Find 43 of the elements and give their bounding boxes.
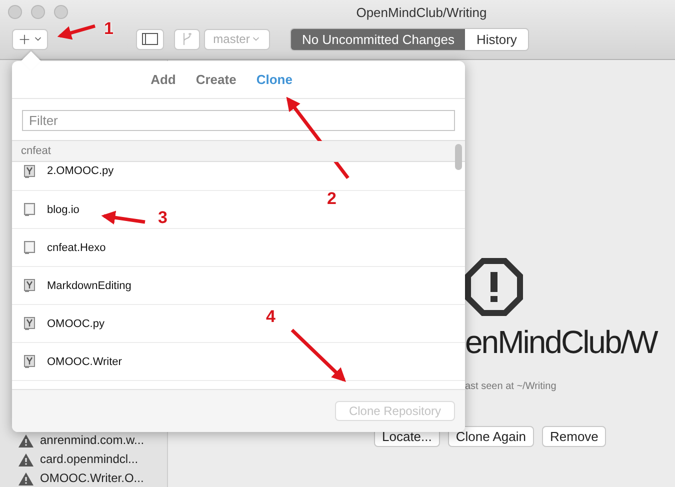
annotation-number: 4 — [266, 308, 276, 325]
repository-title: enMindClub/W — [465, 324, 657, 361]
minimize-button[interactable] — [31, 5, 45, 19]
warning-icon — [18, 452, 34, 466]
marked-book-icon — [24, 317, 35, 330]
repository-item[interactable]: OMOOC.Writer.O... — [40, 471, 144, 486]
marked-book-icon — [24, 165, 35, 178]
scrollbar-thumb[interactable] — [455, 144, 462, 170]
repository-row[interactable]: MarkdownEditing — [12, 267, 465, 305]
repository-item[interactable]: anrenmind.com.w... — [40, 433, 144, 448]
annotation-number: 1 — [104, 20, 114, 37]
annotation-arrow — [101, 210, 146, 225]
location-text: ast seen at ~/Writing — [465, 381, 556, 392]
book-icon — [24, 241, 35, 254]
sidebar-toggle-button[interactable] — [136, 28, 164, 50]
branch-icon — [181, 32, 193, 46]
add-menu-button[interactable] — [12, 28, 48, 50]
action-button[interactable]: Clone Again — [448, 426, 534, 447]
book-icon — [24, 203, 35, 216]
window-title: OpenMindClub/Writing — [355, 4, 488, 20]
branch-button[interactable] — [174, 28, 200, 50]
marked-book-icon — [24, 355, 35, 368]
warning-icon — [465, 258, 523, 316]
action-button[interactable]: Remove — [542, 426, 606, 447]
warning-icon — [18, 434, 34, 448]
repository-row[interactable]: cnfeat.Hexo — [12, 229, 465, 267]
filter-field[interactable]: Filter — [22, 110, 455, 131]
marked-book-icon — [24, 279, 35, 292]
popover-tab[interactable]: Add — [150, 72, 176, 87]
view-tab[interactable]: History — [465, 28, 528, 50]
annotation-arrow — [57, 24, 96, 40]
annotation-number: 2 — [327, 190, 336, 207]
annotation-number: 3 — [158, 209, 168, 226]
repository-row[interactable]: OMOOC.Writer — [12, 343, 465, 381]
popover-tab[interactable]: Create — [196, 72, 236, 87]
group-header: cnfeat — [21, 145, 51, 157]
repository-item[interactable]: card.openmindcl... — [40, 452, 138, 467]
close-button[interactable] — [8, 5, 22, 19]
sidebar-icon — [142, 33, 158, 45]
view-tab[interactable]: No Uncommitted Changes — [291, 28, 466, 50]
annotation-arrow — [290, 328, 346, 382]
zoom-button[interactable] — [54, 5, 68, 19]
repository-row[interactable]: 2.OMOOC.py — [12, 162, 465, 191]
